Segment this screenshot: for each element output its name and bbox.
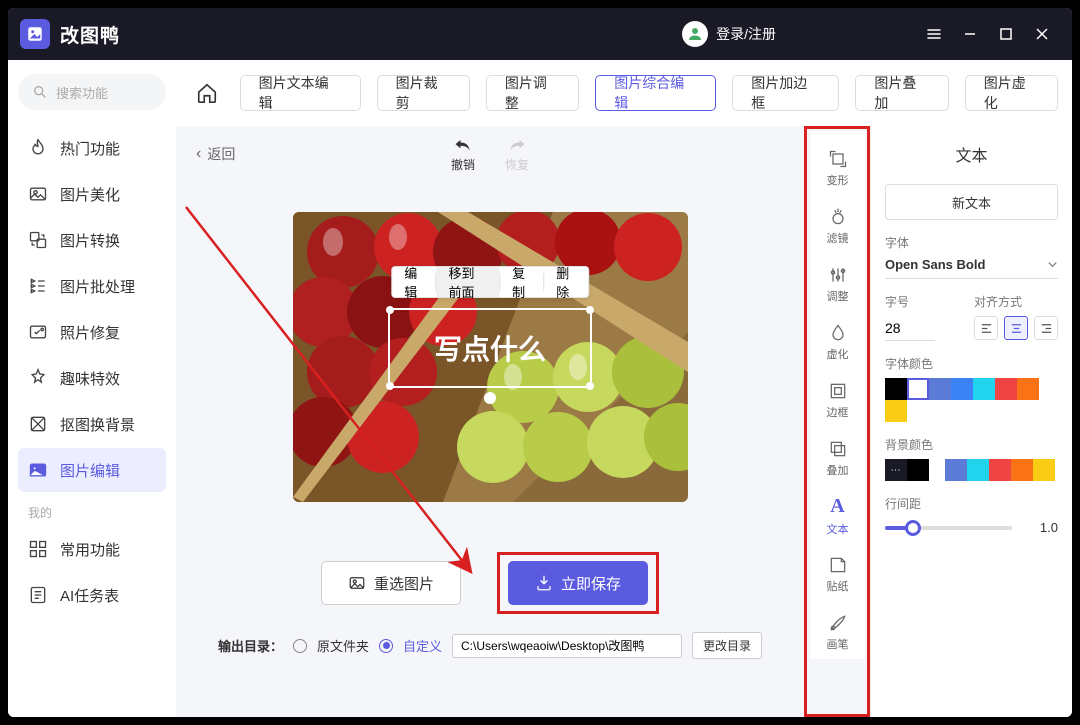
sidebar-item-edit[interactable]: 图片编辑 xyxy=(18,448,166,492)
search-placeholder: 搜索功能 xyxy=(56,83,108,102)
watermark: 值 什么值得买 xyxy=(969,689,1066,715)
font-select[interactable]: Open Sans Bold xyxy=(885,251,1058,279)
new-text-button[interactable]: 新文本 xyxy=(885,184,1058,220)
sidebar-item-beautify[interactable]: 图片美化 xyxy=(18,172,166,216)
rail-filter[interactable]: 滤镜 xyxy=(816,199,860,253)
bg-color-swatch[interactable] xyxy=(1033,459,1055,481)
line-height-value: 1.0 xyxy=(1022,520,1058,535)
bg-color-swatch[interactable] xyxy=(967,459,989,481)
rail-transform[interactable]: 变形 xyxy=(816,141,860,195)
annotation-highlight-save: 立即保存 xyxy=(497,552,659,614)
font-color-swatch[interactable] xyxy=(907,378,929,400)
font-color-swatch[interactable] xyxy=(929,378,951,400)
tab-comprehensive[interactable]: 图片综合编辑 xyxy=(595,75,716,111)
sidebar-item-cutout[interactable]: 抠图换背景 xyxy=(18,402,166,446)
avatar[interactable] xyxy=(682,21,708,47)
output-label: 输出目录： xyxy=(218,636,283,655)
redo-button: 恢复 xyxy=(505,136,529,173)
canvas-image[interactable]: 编辑 移到前面 复制 删除 写点什么 xyxy=(293,212,688,502)
output-path-input[interactable] xyxy=(452,634,682,658)
rotate-handle[interactable] xyxy=(484,392,496,404)
text-context-toolbar: 编辑 移到前面 复制 删除 xyxy=(391,266,589,298)
bg-color-swatches: ⋯ xyxy=(885,459,1058,481)
text-content[interactable]: 写点什么 xyxy=(434,328,546,368)
undo-button[interactable]: 撤销 xyxy=(451,136,475,173)
close-button[interactable] xyxy=(1024,16,1060,52)
align-center-button[interactable] xyxy=(1004,316,1028,340)
minimize-button[interactable] xyxy=(952,16,988,52)
radio-original-folder[interactable] xyxy=(293,639,307,653)
bg-color-label: 背景颜色 xyxy=(885,436,1058,453)
reselect-button[interactable]: 重选图片 xyxy=(321,561,461,605)
line-height-label: 行间距 xyxy=(885,495,1058,512)
sidebar-item-repair[interactable]: 照片修复 xyxy=(18,310,166,354)
maximize-button[interactable] xyxy=(988,16,1024,52)
text-delete-button[interactable]: 删除 xyxy=(544,267,587,297)
app-title: 改图鸭 xyxy=(60,21,120,48)
chevron-left-icon: ‹ xyxy=(196,145,201,163)
sidebar-item-effects[interactable]: 趣味特效 xyxy=(18,356,166,400)
search-input[interactable]: 搜索功能 xyxy=(18,74,166,110)
download-icon xyxy=(535,574,553,592)
rail-adjust[interactable]: 调整 xyxy=(816,257,860,311)
tab-border[interactable]: 图片加边框 xyxy=(732,75,839,111)
font-size-input[interactable] xyxy=(885,316,935,341)
rail-border[interactable]: 边框 xyxy=(816,373,860,427)
bg-color-swatch[interactable]: ⋯ xyxy=(885,459,907,481)
text-selection-box[interactable]: 写点什么 xyxy=(388,308,592,388)
chevron-down-icon xyxy=(1047,259,1058,270)
tab-overlay[interactable]: 图片叠加 xyxy=(855,75,948,111)
align-left-button[interactable] xyxy=(974,316,998,340)
font-color-label: 字体颜色 xyxy=(885,355,1058,372)
text-copy-button[interactable]: 复制 xyxy=(500,267,543,297)
image-icon xyxy=(348,574,366,592)
menu-button[interactable] xyxy=(916,16,952,52)
sidebar-item-hot[interactable]: 热门功能 xyxy=(18,126,166,170)
font-label: 字体 xyxy=(885,234,1058,251)
text-front-button[interactable]: 移到前面 xyxy=(436,267,499,297)
sidebar-section-my: 我的 xyxy=(18,494,166,525)
font-color-swatch[interactable] xyxy=(885,378,907,400)
change-dir-button[interactable]: 更改目录 xyxy=(692,632,762,659)
app-logo xyxy=(20,19,50,49)
font-color-swatch[interactable] xyxy=(995,378,1017,400)
tab-blur[interactable]: 图片虚化 xyxy=(965,75,1058,111)
font-color-swatch[interactable] xyxy=(973,378,995,400)
bg-color-swatch[interactable] xyxy=(1011,459,1033,481)
bg-color-swatch[interactable] xyxy=(907,459,929,481)
rail-overlay[interactable]: 叠加 xyxy=(816,431,860,485)
home-button[interactable] xyxy=(190,76,224,110)
tab-adjust[interactable]: 图片调整 xyxy=(486,75,579,111)
sidebar-item-aitasks[interactable]: AI任务表 xyxy=(18,573,166,617)
rail-text[interactable]: A文本 xyxy=(816,489,860,543)
save-button[interactable]: 立即保存 xyxy=(508,561,648,605)
font-color-swatches xyxy=(885,378,1058,422)
radio-custom-folder[interactable] xyxy=(379,639,393,653)
font-color-swatch[interactable] xyxy=(885,400,907,422)
font-color-swatch[interactable] xyxy=(951,378,973,400)
sidebar-item-batch[interactable]: 图片批处理 xyxy=(18,264,166,308)
font-color-swatch[interactable] xyxy=(1017,378,1039,400)
bg-color-swatch[interactable] xyxy=(945,459,967,481)
tab-crop[interactable]: 图片裁剪 xyxy=(377,75,470,111)
rail-sticker[interactable]: 贴纸 xyxy=(816,547,860,601)
rail-brush[interactable]: 画笔 xyxy=(816,605,860,659)
bg-color-swatch[interactable] xyxy=(989,459,1011,481)
rail-blur[interactable]: 虚化 xyxy=(816,315,860,369)
align-right-button[interactable] xyxy=(1034,316,1058,340)
tab-text-edit[interactable]: 图片文本编辑 xyxy=(240,75,361,111)
sidebar-item-common[interactable]: 常用功能 xyxy=(18,527,166,571)
back-button[interactable]: ‹返回 xyxy=(196,144,235,164)
sidebar-item-convert[interactable]: 图片转换 xyxy=(18,218,166,262)
text-A-icon: A xyxy=(830,495,844,518)
size-label: 字号 xyxy=(885,293,954,310)
panel-title: 文本 xyxy=(885,142,1058,166)
text-edit-button[interactable]: 编辑 xyxy=(392,267,435,297)
align-label: 对齐方式 xyxy=(974,293,1058,310)
login-link[interactable]: 登录/注册 xyxy=(716,24,776,44)
annotation-highlight-rail: 变形 滤镜 调整 虚化 边框 叠加 A文本 贴纸 画笔 xyxy=(804,126,870,717)
line-height-slider[interactable] xyxy=(885,526,1012,530)
